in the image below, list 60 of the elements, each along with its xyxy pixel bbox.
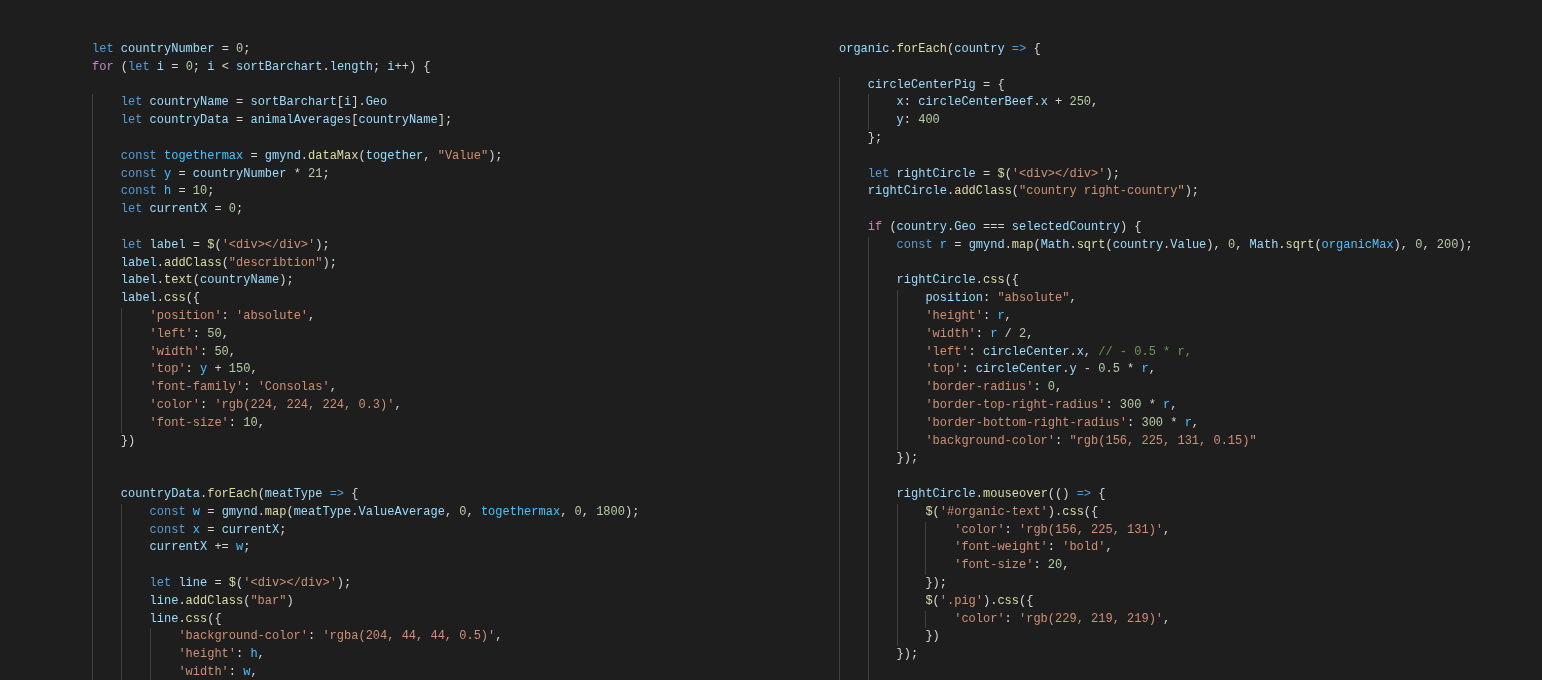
code-line: rightCircle.css({ xyxy=(896,272,1020,290)
code-line: const h = 10; xyxy=(120,183,215,201)
code-line: label.text(countryName); xyxy=(120,272,294,290)
code-line: 'color': 'rgb(156, 225, 131)', xyxy=(954,521,1171,539)
code-line: rightCircle.mouseover(() => { xyxy=(896,485,1106,503)
code-line: 'top': circleCenter.y - 0.5 * r, xyxy=(925,361,1156,379)
code-line: }); xyxy=(925,574,947,592)
code-line: }) xyxy=(120,432,136,450)
code-line: countryData.forEach(meatType => { xyxy=(120,485,359,503)
code-line: circleCenterPig = { xyxy=(867,76,1005,94)
code-line: }); xyxy=(896,646,919,664)
code-line: let currentX = 0; xyxy=(120,201,244,219)
code-line: 'background-color': 'rgba(204, 44, 44, 0.5)', xyxy=(178,628,503,646)
code-line: currentX += w; xyxy=(149,539,251,557)
code-line: const w = gmynd.map(meatType.ValueAverage, 0, togethermax, 0, 1800); xyxy=(149,503,640,521)
code-line: const r = gmynd.map(Math.sqrt(country.Value), 0, Math.sqrt(organicMax), 0, 200); xyxy=(896,236,1473,254)
code-line: $('#organic-text').css({ xyxy=(925,503,1099,521)
code-line: const togethermax = gmynd.dataMax(together, "Value"); xyxy=(120,147,503,165)
code-line: 'width': r / 2, xyxy=(925,325,1034,343)
code-line: x: circleCenterBeef.x + 250, xyxy=(896,94,1099,112)
code-line: line.addClass("bar") xyxy=(149,592,294,610)
code-line: 'top': y + 150, xyxy=(149,361,258,379)
code-line: let rightCircle = $('<div></div>'); xyxy=(867,165,1120,183)
code-line: rightCircle.addClass("country right-country"); xyxy=(867,183,1200,201)
code-line: label.addClass("describtion"); xyxy=(120,254,337,272)
code-line: }); xyxy=(896,450,919,468)
code-line: for (let i = 0; i < sortBarchart.length; i++) { xyxy=(92,58,431,76)
code-line: 'color': 'rgb(229, 219, 219)', xyxy=(954,610,1171,628)
code-line: let countryData = animalAverages[countryName]; xyxy=(120,112,453,130)
code-line: 'font-size': 20, xyxy=(954,557,1070,575)
code-line: 'height': h, xyxy=(178,646,265,664)
code-line: organic.forEach(country => { xyxy=(839,41,1041,58)
code-line: 'border-radius': 0, xyxy=(925,379,1063,397)
code-line: 'width': 50, xyxy=(149,343,237,361)
code-line: 'left': 50, xyxy=(149,325,229,343)
code-line: let countryNumber = 0; xyxy=(92,41,251,58)
code-line: 'height': r, xyxy=(925,307,1012,325)
code-line: 'left': circleCenter.x, // - 0.5 * r, xyxy=(925,343,1192,361)
code-line: position: "absolute", xyxy=(925,290,1077,308)
code-line: 'background-color': "rgb(156, 225, 131, 0.15)" xyxy=(925,432,1257,450)
code-line: y: 400 xyxy=(896,112,940,130)
code-line: 'font-weight': 'bold', xyxy=(954,539,1113,557)
code-line: const x = currentX; xyxy=(149,521,287,539)
code-line: 'color': 'rgb(224, 224, 224, 0.3)', xyxy=(149,396,402,414)
code-line: if (country.Geo === selectedCountry) { xyxy=(867,218,1142,236)
code-line: label.css({ xyxy=(120,290,201,308)
code-line: }; xyxy=(867,130,883,147)
code-line: 'border-bottom-right-radius': 300 * r, xyxy=(925,414,1200,432)
code-line: 'position': 'absolute', xyxy=(149,307,316,325)
code-line: 'font-family': 'Consolas', xyxy=(149,379,337,397)
code-line: 'width': w, xyxy=(178,663,258,680)
code-line: let countryName = sortBarchart[i].Geo xyxy=(120,94,388,112)
code-line: 'border-top-right-radius': 300 * r, xyxy=(925,396,1178,414)
code-line: }) xyxy=(925,628,940,646)
code-line: $('.pig').css({ xyxy=(925,592,1034,610)
code-line: 'font-size': 10, xyxy=(149,414,265,432)
code-line: let label = $('<div></div>'); xyxy=(120,236,330,254)
code-line: line.css({ xyxy=(149,610,222,628)
code-line: const y = countryNumber * 21; xyxy=(120,165,330,183)
code-line: let line = $('<div></div>'); xyxy=(149,574,352,592)
